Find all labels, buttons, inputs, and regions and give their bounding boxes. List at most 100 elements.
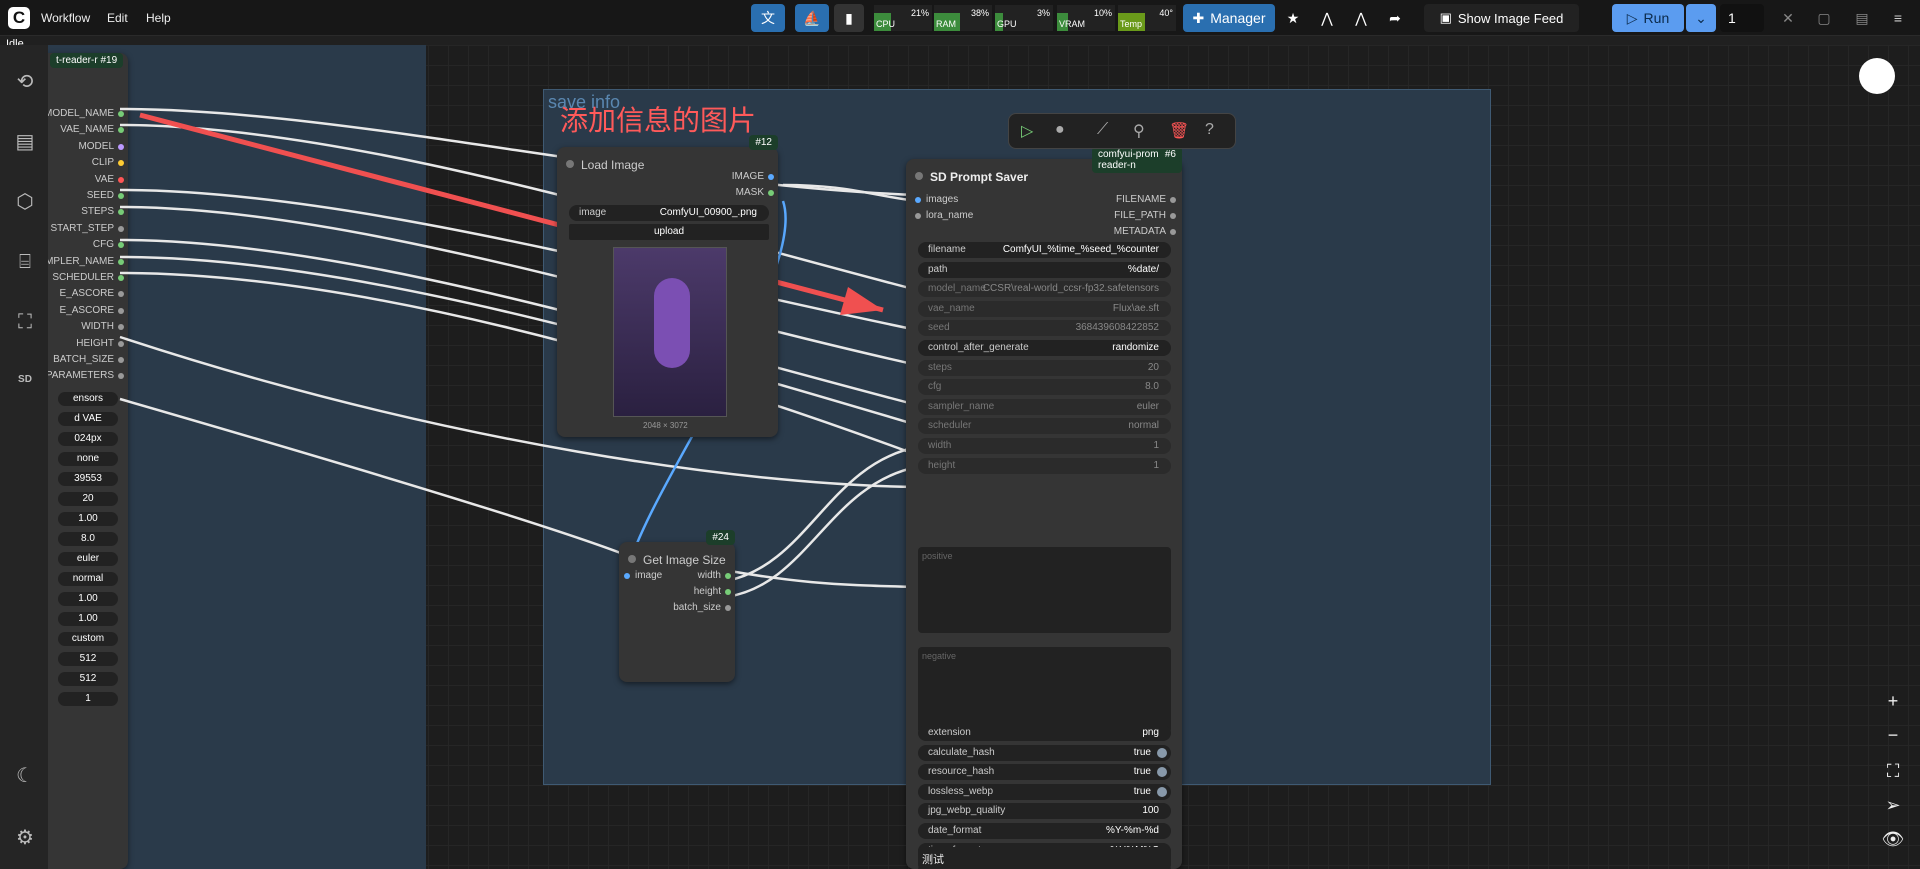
color-dot-icon[interactable]: ● xyxy=(1055,121,1065,139)
pin-icon[interactable]: ⚲ xyxy=(1133,121,1145,141)
widget-filename[interactable]: filename ComfyUI_%time_%seed_%counter xyxy=(918,242,1171,258)
get-image-size-node[interactable]: #24 Get Image Size image width height ba… xyxy=(619,530,735,682)
history-icon[interactable]: ⟲ xyxy=(12,69,38,95)
window-icon[interactable]: ▢ xyxy=(1812,4,1836,32)
load-image-node[interactable]: #12 Load Image IMAGE MASK image ComfyUI_… xyxy=(557,135,778,437)
width-output-port[interactable] xyxy=(725,573,731,579)
negative-textarea[interactable]: negative xyxy=(918,647,1171,733)
image-input-port[interactable] xyxy=(624,573,630,579)
manager-label: Manager xyxy=(1210,10,1266,26)
links xyxy=(119,107,918,599)
negative-placeholder: negative xyxy=(922,651,957,661)
run-options-chevron-icon[interactable]: ⌄ xyxy=(1686,4,1716,32)
theme-moon-icon[interactable]: ☾ xyxy=(12,763,38,789)
widget-cfg[interactable]: cfg 8.0 xyxy=(918,379,1171,396)
meter-label: GPU xyxy=(997,19,1017,29)
top-bar: C Workflow Edit Help 文 ⛵ ▮ CPU 21% RAM 38% G… xyxy=(0,0,1920,36)
filepath-output-port[interactable] xyxy=(1170,213,1176,219)
translate-icon[interactable]: 文 xyxy=(751,4,785,32)
share-icon[interactable]: ➦ xyxy=(1380,4,1410,32)
widget-value: 1 xyxy=(1153,440,1159,451)
menu-help[interactable]: Help xyxy=(146,11,171,25)
mask-output-port[interactable] xyxy=(768,190,774,196)
images-input-port[interactable] xyxy=(915,197,921,203)
node-canvas[interactable]: t-reader-r #19 MODEL_NAME VAE_NAME MODEL CL… xyxy=(48,45,1920,869)
show-image-feed-button[interactable]: ▣ Show Image Feed xyxy=(1424,4,1579,32)
hamburger-menu-icon[interactable]: ≡ xyxy=(1886,4,1910,32)
notes-textarea[interactable]: 测试 xyxy=(918,847,1171,869)
close-icon[interactable]: ✕ xyxy=(1776,4,1800,32)
batch-output-port[interactable] xyxy=(725,605,731,611)
menu-workflow[interactable]: Workflow xyxy=(41,11,90,25)
image-output-label: IMAGE xyxy=(731,171,764,182)
workflows-folder-icon[interactable]: ⌸ xyxy=(12,249,38,275)
panel-icon[interactable]: ▤ xyxy=(1850,4,1874,32)
fit-view-icon[interactable]: ⛶ xyxy=(1878,756,1908,786)
filepath-output-label: FILE_PATH xyxy=(1114,210,1166,221)
filename-output-port[interactable] xyxy=(1170,197,1176,203)
widget-lossless-webp[interactable]: lossless_webp true xyxy=(918,783,1171,800)
widget-label: sampler_name xyxy=(928,400,995,412)
bookmark-icon[interactable]: ▮ xyxy=(834,4,864,32)
image-select-widget[interactable]: image ComfyUI_00900_.png xyxy=(569,205,769,221)
bypass-icon[interactable]: ⟋ xyxy=(1097,121,1108,139)
widget-label: seed xyxy=(928,322,950,334)
positive-textarea[interactable]: positive xyxy=(918,547,1171,633)
widget-calculate-hash[interactable]: calculate_hash true xyxy=(918,744,1171,761)
sd-prompt-saver-node[interactable]: comfyui-prompt-reader-n #6 SD Prompt Sav… xyxy=(906,147,1182,869)
widget-path[interactable]: path %date/ xyxy=(918,261,1171,278)
queue-count-input[interactable]: 1 xyxy=(1720,4,1764,32)
meter-value: 10% xyxy=(1093,8,1112,18)
queue-icon[interactable]: ▤ xyxy=(12,129,38,155)
widget-label: steps xyxy=(928,361,952,373)
metadata-output-port[interactable] xyxy=(1170,229,1176,235)
upload-button[interactable]: upload xyxy=(569,224,769,240)
height-output-port[interactable] xyxy=(725,589,731,595)
run-button[interactable]: ▷ Run xyxy=(1612,4,1684,32)
menu-edit[interactable]: Edit xyxy=(107,11,128,25)
widget-jpg-webp-quality[interactable]: jpg_webp_quality 100 xyxy=(918,803,1171,820)
select-mode-icon[interactable]: ➢ xyxy=(1878,790,1908,820)
zoom-in-icon[interactable]: + xyxy=(1878,686,1908,716)
image-output-port[interactable] xyxy=(768,174,774,180)
widget-height[interactable]: height 1 xyxy=(918,457,1171,474)
widget-control-after-generate[interactable]: control_after_generate randomize xyxy=(918,340,1171,356)
model-2-icon[interactable]: ⋀ xyxy=(1346,4,1376,32)
comfyui-logo-icon[interactable]: C xyxy=(8,7,30,29)
widget-seed[interactable]: seed 368439608422852 xyxy=(918,320,1171,337)
widget-value: CCSR\real-world_ccsr-fp32.safetensors xyxy=(982,283,1159,295)
widget-model-name[interactable]: model_name CCSR\real-world_ccsr-fp32.safe… xyxy=(918,281,1171,298)
delete-trash-icon[interactable]: 🗑 xyxy=(1169,121,1189,141)
lora-input-port[interactable] xyxy=(915,213,921,219)
visibility-eye-icon[interactable]: 👁 xyxy=(1878,824,1908,854)
figure-shape xyxy=(654,278,690,368)
toggle-icon xyxy=(1157,786,1167,797)
widget-extension[interactable]: extension png xyxy=(918,725,1171,741)
zoom-out-icon[interactable]: − xyxy=(1878,720,1908,750)
manager-button[interactable]: ✚ Manager xyxy=(1183,4,1275,32)
run-node-icon[interactable]: ▷ xyxy=(1021,121,1033,141)
node-status-dot xyxy=(915,172,923,180)
widget-sampler-name[interactable]: sampler_name euler xyxy=(918,398,1171,415)
widget-value: 20 xyxy=(1147,361,1159,373)
model-icon[interactable]: ⋀ xyxy=(1312,4,1342,32)
load-image-badge: #12 xyxy=(749,135,778,150)
star-icon[interactable]: ★ xyxy=(1278,4,1308,32)
widget-label: vae_name xyxy=(928,302,975,314)
widget-scheduler[interactable]: scheduler normal xyxy=(918,418,1171,435)
help-icon[interactable]: ? xyxy=(1205,121,1214,139)
node-library-icon[interactable]: ⛶ xyxy=(12,309,38,335)
meter-label: RAM xyxy=(936,19,956,29)
sail-icon[interactable]: ⛵ xyxy=(795,4,829,32)
settings-gear-icon[interactable]: ⚙ xyxy=(12,825,38,851)
widget-resource-hash[interactable]: resource_hash true xyxy=(918,764,1171,781)
widget-label: model_name xyxy=(928,283,986,295)
avatar-icon[interactable] xyxy=(1859,58,1895,94)
widget-steps[interactable]: steps 20 xyxy=(918,359,1171,376)
widget-width[interactable]: width 1 xyxy=(918,438,1171,454)
metadata-output-label: METADATA xyxy=(1113,226,1166,237)
widget-date-format[interactable]: date_format %Y-%m-%d xyxy=(918,823,1171,839)
model-library-icon[interactable]: ⬡ xyxy=(12,189,38,215)
widget-vae-name[interactable]: vae_name Flux\ae.sft xyxy=(918,300,1171,317)
sd-ppp-icon[interactable]: SD xyxy=(12,367,38,393)
